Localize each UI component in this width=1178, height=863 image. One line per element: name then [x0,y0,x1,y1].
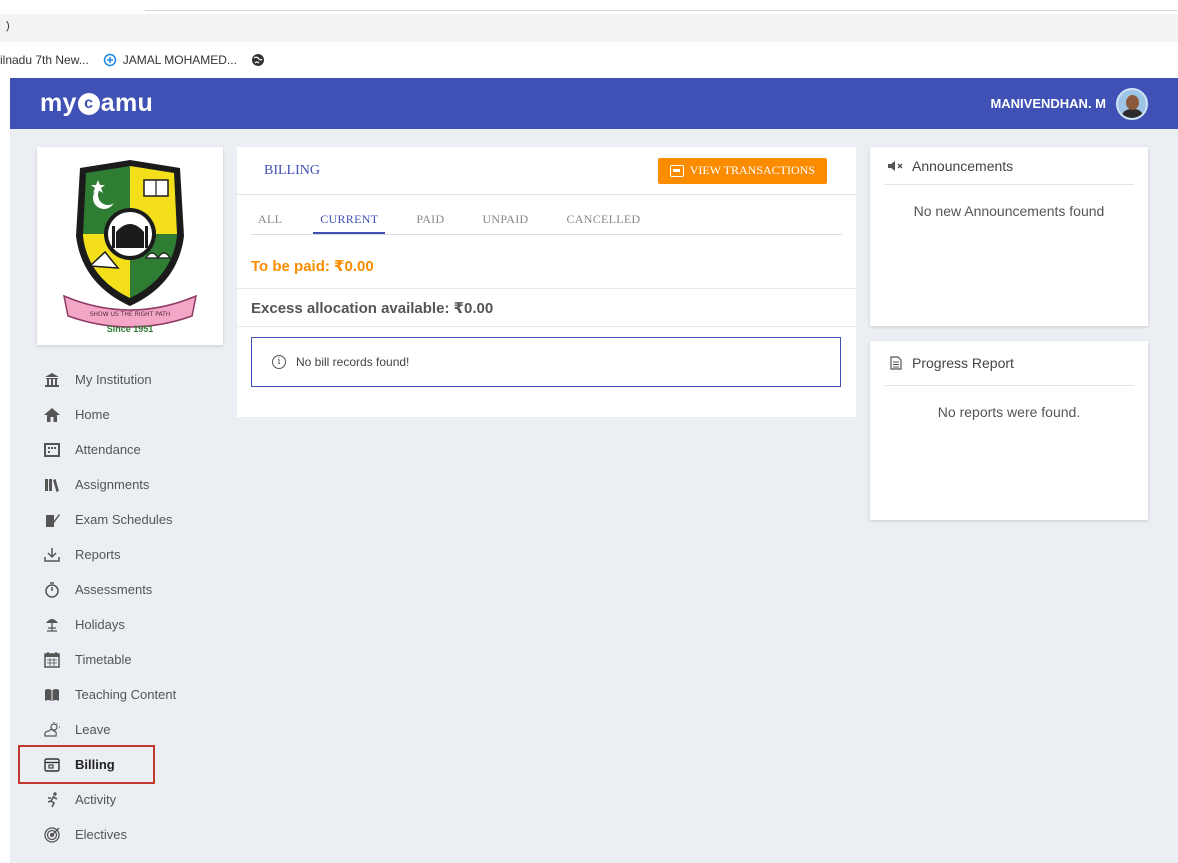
announcements-title: Announcements [912,157,1014,174]
assignments-icon [42,477,62,493]
view-transactions-button[interactable]: VIEW TRANSACTIONS [657,157,827,184]
sidebar-item-leave[interactable]: Leave [36,712,236,747]
sidebar-item-label: Assignments [75,477,150,492]
sidebar-item-label: My Institution [75,372,152,387]
tab-paid[interactable]: PAID [409,212,451,234]
no-bill-records-alert: i No bill records found! [251,337,841,387]
progress-report-header: Progress Report [884,341,1134,386]
mute-speaker-icon [888,160,904,172]
sidebar-item-label: Home [75,407,110,422]
globe-icon [251,53,265,67]
tab-cancelled[interactable]: CANCELLED [560,212,648,234]
tab-all[interactable]: ALL [251,212,289,234]
view-transactions-label: VIEW TRANSACTIONS [689,163,815,177]
institution-crest-icon: SHOW US THE RIGHT PATH Since 1951 [62,160,198,334]
weather-icon [42,721,62,738]
attendance-icon [42,442,62,458]
sidebar-item-assignments[interactable]: Assignments [36,467,236,502]
browser-chrome: ) [0,0,1178,42]
announcements-card: Announcements No new Announcements found [870,147,1148,326]
home-icon [42,407,62,423]
sidebar-item-label: Attendance [75,442,141,457]
download-icon [42,547,62,563]
sidebar-item-label: Timetable [75,652,132,667]
avatar-body [1121,108,1144,118]
address-bar-area [0,14,1178,42]
sidebar-item-reports[interactable]: Reports [36,537,236,572]
book-icon [42,687,62,703]
sidebar-item-label: Reports [75,547,121,562]
sidebar-item-timetable[interactable]: Timetable [36,642,236,677]
logo-suffix: amu [100,89,154,117]
target-icon [42,826,62,843]
sidebar-item-label: Assessments [75,582,153,597]
wallet-icon [669,164,684,177]
app-header: my c amu MANIVENDHAN. M [10,78,1178,129]
logo-prefix: my [40,89,77,117]
sidebar-item-teaching-content[interactable]: Teaching Content [36,677,236,712]
beach-icon [42,617,62,633]
billing-title: BILLING [264,162,320,178]
progress-report-title: Progress Report [912,355,1014,371]
empty-message: No bill records found! [296,355,410,369]
sidebar-item-label: Teaching Content [75,687,177,702]
billing-header: BILLING VIEW TRANSACTIONS [237,147,856,195]
avatar[interactable] [1116,87,1148,120]
document-icon [888,356,904,370]
user-menu[interactable]: MANIVENDHAN. M [990,87,1148,120]
progress-report-card: Progress Report No reports were found. [870,341,1148,520]
billing-tabs: ALL CURRENT PAID UNPAID CANCELLED [251,206,842,235]
bookmark-globe[interactable] [251,53,271,67]
cloud-icon [103,53,117,67]
institution-motto: SHOW US THE RIGHT PATH [90,311,171,318]
excess-allocation: Excess allocation available: ₹0.00 [237,289,856,327]
sidebar-item-label: Leave [75,722,111,737]
announcements-empty: No new Announcements found [913,203,1105,219]
avatar-face [1126,94,1139,110]
active-item-highlight [18,745,155,784]
sidebar-item-label: Holidays [75,617,125,632]
bookmarks-bar: ilnadu 7th New... JAMAL MOHAMED... [0,42,1178,78]
announcements-header: Announcements [884,147,1134,185]
sidebar-item-attendance[interactable]: Attendance [36,432,236,467]
sidebar-item-activity[interactable]: Activity [36,782,236,817]
calendar-icon [42,651,62,668]
sidebar-item-label: Exam Schedules [75,512,173,527]
exam-icon [42,512,62,528]
timer-icon [42,581,62,598]
sidebar-item-electives[interactable]: Electives [36,817,236,852]
institution-icon [42,372,62,388]
bookmark-label: JAMAL MOHAMED... [122,53,237,67]
bookmark-label: ilnadu 7th New... [0,53,89,67]
mycamu-logo[interactable]: my c amu [40,89,153,118]
bookmark-tamilnadu[interactable]: ilnadu 7th New... [0,53,89,67]
sidebar-item-exam-schedules[interactable]: Exam Schedules [36,502,236,537]
tab-unpaid[interactable]: UNPAID [475,212,535,234]
logo-c: c [77,92,100,115]
to-be-paid-amount: To be paid: ₹0.00 [237,235,856,289]
user-name: MANIVENDHAN. M [990,96,1106,111]
sidebar-item-label: Electives [75,827,128,842]
billing-card: BILLING VIEW TRANSACTIONS ALL CURRENT PA… [237,147,856,417]
institution-since: Since 1951 [107,324,154,334]
sidebar-item-holidays[interactable]: Holidays [36,607,236,642]
chrome-glyph: ) [6,20,10,32]
tab-current[interactable]: CURRENT [313,212,386,234]
progress-report-empty: No reports were found. [937,404,1081,420]
institution-card[interactable]: SHOW US THE RIGHT PATH Since 1951 [37,147,223,345]
sidebar-item-my-institution[interactable]: My Institution [36,362,236,397]
info-icon: i [272,355,286,369]
chrome-divider [145,10,1178,11]
bookmark-jamal-mohamed[interactable]: JAMAL MOHAMED... [103,53,237,67]
sidebar-item-home[interactable]: Home [36,397,236,432]
sidebar-item-assessments[interactable]: Assessments [36,572,236,607]
sidebar-item-label: Activity [75,792,117,807]
running-icon [42,791,62,808]
